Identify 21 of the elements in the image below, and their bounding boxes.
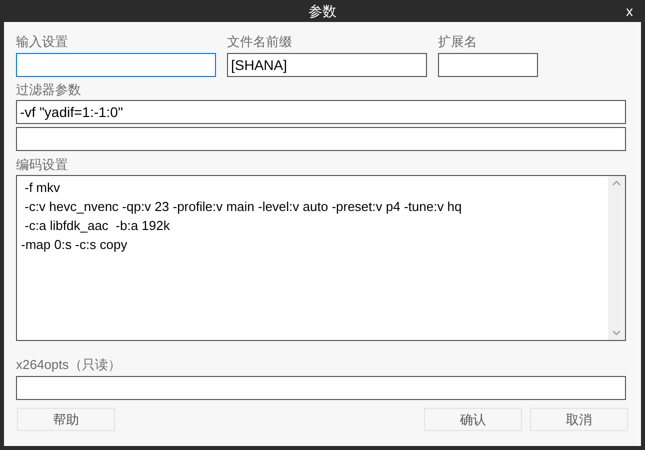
encoding-field[interactable]: -f mkv -c:v hevc_nvenc -qp:v 23 -profile:v main -level:v auto -preset:v p4 -tune:v hq -c:a libfdk_aac -b:a 192k -map 0:s -c:s copy <box>16 175 626 341</box>
close-button[interactable]: x <box>624 2 635 20</box>
field-label: 过滤器参数 <box>16 82 82 98</box>
help-button[interactable]: 帮助 <box>17 408 115 431</box>
input-field[interactable] <box>16 376 626 400</box>
field-label: 输入设置 <box>16 34 69 50</box>
input-field[interactable] <box>438 53 538 77</box>
scroll-down-icon[interactable] <box>612 330 621 336</box>
field-label: x264opts（只读） <box>16 357 122 373</box>
field-label: 文件名前缀 <box>227 34 293 50</box>
input-field[interactable]: [SHANA] <box>227 53 427 77</box>
input-field[interactable] <box>16 53 216 77</box>
confirm-button[interactable]: 确认 <box>424 408 522 431</box>
cancel-button[interactable]: 取消 <box>530 408 628 431</box>
window-title: 参数 <box>308 2 336 20</box>
field-label: 编码设置 <box>16 157 69 173</box>
scrollbar[interactable] <box>608 176 625 340</box>
input-field[interactable] <box>16 127 626 151</box>
field-label: 扩展名 <box>438 34 478 50</box>
scroll-up-icon[interactable] <box>612 180 621 186</box>
input-field[interactable]: -vf "yadif=1:-1:0" <box>16 100 626 124</box>
